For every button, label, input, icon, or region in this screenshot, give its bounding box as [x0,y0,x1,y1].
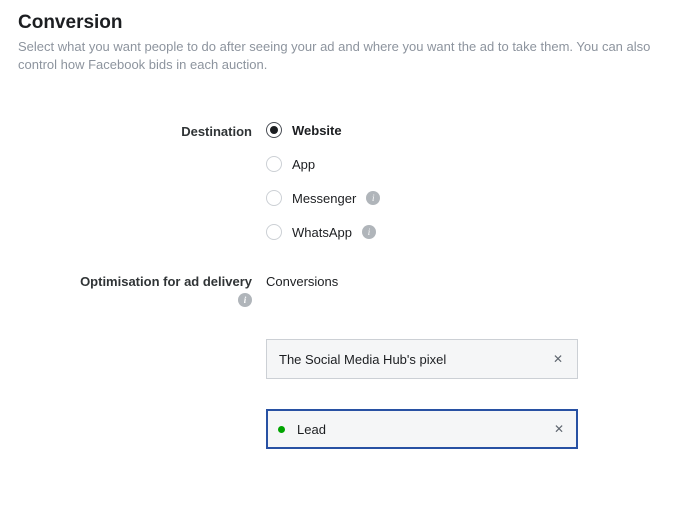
radio-icon [266,190,282,206]
destination-option-app[interactable]: App [266,156,682,172]
pixel-event-row: The Social Media Hub's pixel [18,339,682,449]
section-title: Conversion [18,12,682,34]
radio-icon [266,122,282,138]
clear-icon[interactable] [548,418,570,440]
info-icon[interactable] [366,191,380,205]
radio-label: App [292,157,315,172]
status-dot-icon [278,426,285,433]
optimisation-row: Optimisation for ad delivery Conversions [18,272,682,307]
optimisation-label-col: Optimisation for ad delivery [18,272,266,307]
info-icon[interactable] [362,225,376,239]
optimisation-label: Optimisation for ad delivery [80,274,252,289]
event-input[interactable] [297,422,548,437]
destination-option-messenger[interactable]: Messenger [266,190,682,206]
section-description: Select what you want people to do after … [18,38,682,74]
info-icon[interactable] [238,293,252,307]
pixel-select-value: The Social Media Hub's pixel [279,352,547,367]
destination-row: Destination Website App Messenger WhatsA… [18,122,682,240]
destination-option-website[interactable]: Website [266,122,682,138]
radio-icon [266,224,282,240]
destination-radio-group: Website App Messenger WhatsApp [266,122,682,240]
clear-icon[interactable] [547,348,569,370]
destination-label: Destination [18,122,266,139]
radio-label: Website [292,123,342,138]
radio-label: Messenger [292,191,356,206]
pixel-select[interactable]: The Social Media Hub's pixel [266,339,578,379]
destination-option-whatsapp[interactable]: WhatsApp [266,224,682,240]
optimisation-value: Conversions [266,272,682,289]
radio-icon [266,156,282,172]
event-input-container[interactable] [266,409,578,449]
radio-label: WhatsApp [292,225,352,240]
